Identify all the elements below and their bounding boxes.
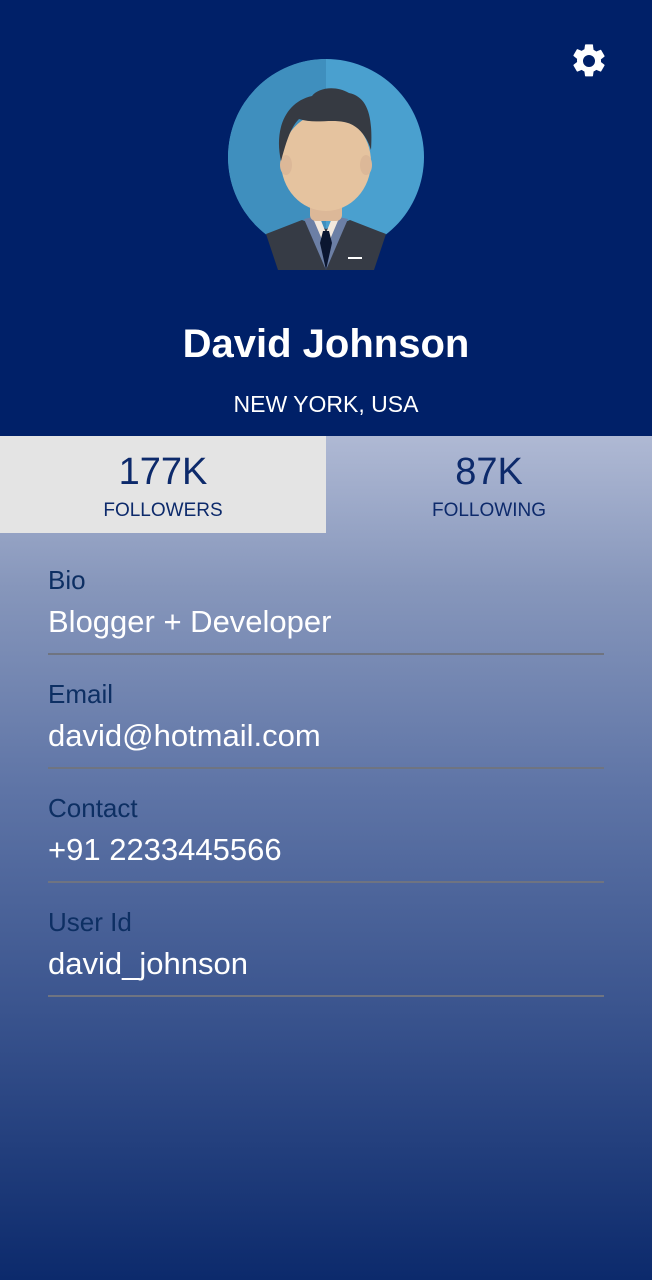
- bio-value: Blogger + Developer: [48, 604, 332, 639]
- email-value: david@hotmail.com: [48, 718, 321, 753]
- bio-label: Bio: [48, 565, 86, 595]
- followers-stat[interactable]: 177K FOLLOWERS: [0, 436, 326, 533]
- profile-location: NEW YORK, USA: [233, 391, 419, 417]
- email-field: Email david@hotmail.com: [48, 678, 604, 792]
- user-id-label: User Id: [48, 907, 132, 937]
- contact-divider: [48, 881, 604, 883]
- email-divider: [48, 767, 604, 769]
- profile-content: 177K FOLLOWERS 87K FOLLOWING Bio Blogger…: [0, 436, 652, 1280]
- bio-field: Bio Blogger + Developer: [48, 564, 604, 678]
- followers-count: 177K: [118, 451, 208, 493]
- user-id-divider: [48, 995, 604, 997]
- following-label: FOLLOWING: [431, 500, 546, 521]
- contact-field: Contact +91 2233445566: [48, 792, 604, 906]
- profile-header: David Johnson NEW YORK, USA: [0, 0, 652, 436]
- avatar: [228, 59, 424, 270]
- contact-value: +91 2233445566: [48, 832, 282, 867]
- profile-screen: David Johnson NEW YORK, USA 177K FOLLOWE…: [0, 0, 652, 1280]
- user-id-value: david_johnson: [48, 946, 248, 981]
- gear-icon[interactable]: [569, 41, 609, 81]
- bio-divider: [48, 653, 604, 655]
- contact-label: Contact: [48, 793, 138, 823]
- followers-label: FOLLOWERS: [103, 500, 223, 521]
- user-id-field: User Id david_johnson: [48, 906, 604, 1020]
- following-stat[interactable]: 87K FOLLOWING: [326, 436, 652, 533]
- following-count: 87K: [455, 451, 523, 493]
- email-label: Email: [48, 679, 114, 709]
- profile-name: David Johnson: [182, 322, 470, 366]
